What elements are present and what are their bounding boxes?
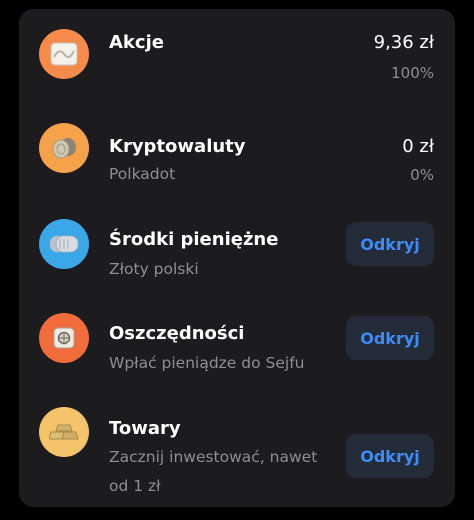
item-subtitle: Polkadot [109,165,176,183]
list-item-akcje[interactable]: Akcje 9,36 zł 100% [19,9,455,105]
item-percent: 100% [391,64,434,82]
discover-button[interactable]: Odkryj [346,316,434,360]
safe-icon [39,313,89,363]
item-subtitle-line1: Zacznij inwestować, nawet [109,448,318,466]
list-item-kryptowaluty[interactable]: Kryptowaluty Polkadot 0 zł 0% [19,105,455,199]
item-value: 9,36 zł [373,32,434,53]
item-percent: 0% [410,166,434,184]
item-title: Kryptowaluty [109,136,246,157]
item-subtitle-line2: od 1 zł [109,477,161,495]
gold-bars-icon [39,407,89,457]
stock-chart-icon [39,29,89,79]
cash-coins-icon [39,219,89,269]
investments-card: Akcje 9,36 zł 100% Kryptowaluty Polkadot… [19,9,455,507]
discover-button[interactable]: Odkryj [346,434,434,478]
item-subtitle: Złoty polski [109,260,199,278]
item-title: Towary [109,418,181,439]
item-title: Środki pieniężne [109,229,279,250]
discover-button[interactable]: Odkryj [346,222,434,266]
item-subtitle: Wpłać pieniądze do Sejfu [109,354,305,372]
item-value: 0 zł [402,136,434,157]
item-title: Oszczędności [109,323,245,344]
list-item-towary[interactable]: Towary Zacznij inwestować, nawet od 1 zł… [19,387,455,507]
list-item-srodki-pieniezne[interactable]: Środki pieniężne Złoty polski Odkryj [19,199,455,293]
list-item-oszczednosci[interactable]: Oszczędności Wpłać pieniądze do Sejfu Od… [19,293,455,387]
item-title: Akcje [109,32,164,53]
crypto-coins-icon [39,123,89,173]
